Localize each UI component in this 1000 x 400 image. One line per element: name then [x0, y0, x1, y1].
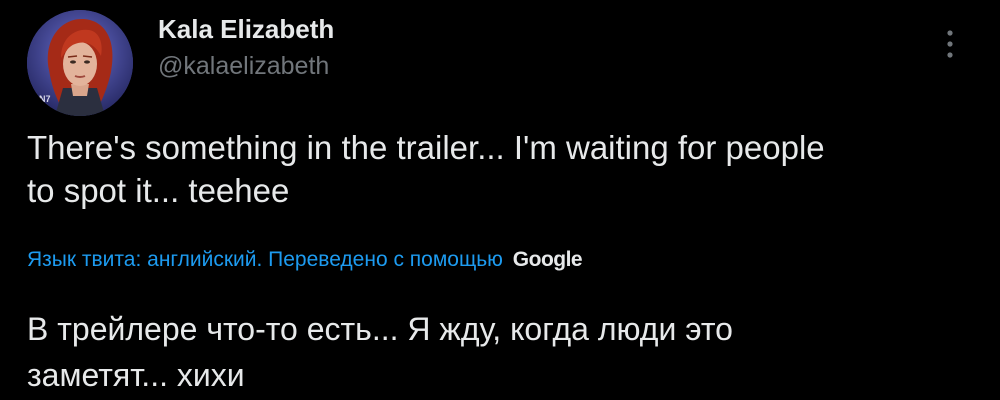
tweet-text: There's something in the trailer... I'm … [27, 126, 977, 212]
more-options-button[interactable] [934, 22, 966, 66]
avatar[interactable]: N7 [27, 10, 133, 116]
author-handle[interactable]: @kalaelizabeth [158, 52, 329, 81]
translated-text-line: В трейлере что-то есть... Я жду, когда л… [27, 311, 733, 347]
translation-label-link[interactable]: Язык твита: английский. Переведено с пом… [27, 248, 503, 271]
translation-attribution: Язык твита: английский. Переведено с пом… [27, 246, 583, 274]
tweet: N7 Kala Elizabeth @kalaelizabeth There's… [0, 0, 1000, 400]
svg-text:N7: N7 [39, 94, 51, 104]
more-vertical-icon [947, 30, 953, 58]
profile-avatar-icon: N7 [27, 10, 133, 116]
author-name[interactable]: Kala Elizabeth [158, 14, 334, 45]
translated-text: В трейлере что-то есть... Я жду, когда л… [27, 306, 977, 398]
translated-text-line: заметят... хихи [27, 357, 245, 393]
tweet-text-line: to spot it... teehee [27, 172, 290, 209]
tweet-text-line: There's something in the trailer... I'm … [27, 129, 825, 166]
google-logo: Google [512, 248, 583, 271]
